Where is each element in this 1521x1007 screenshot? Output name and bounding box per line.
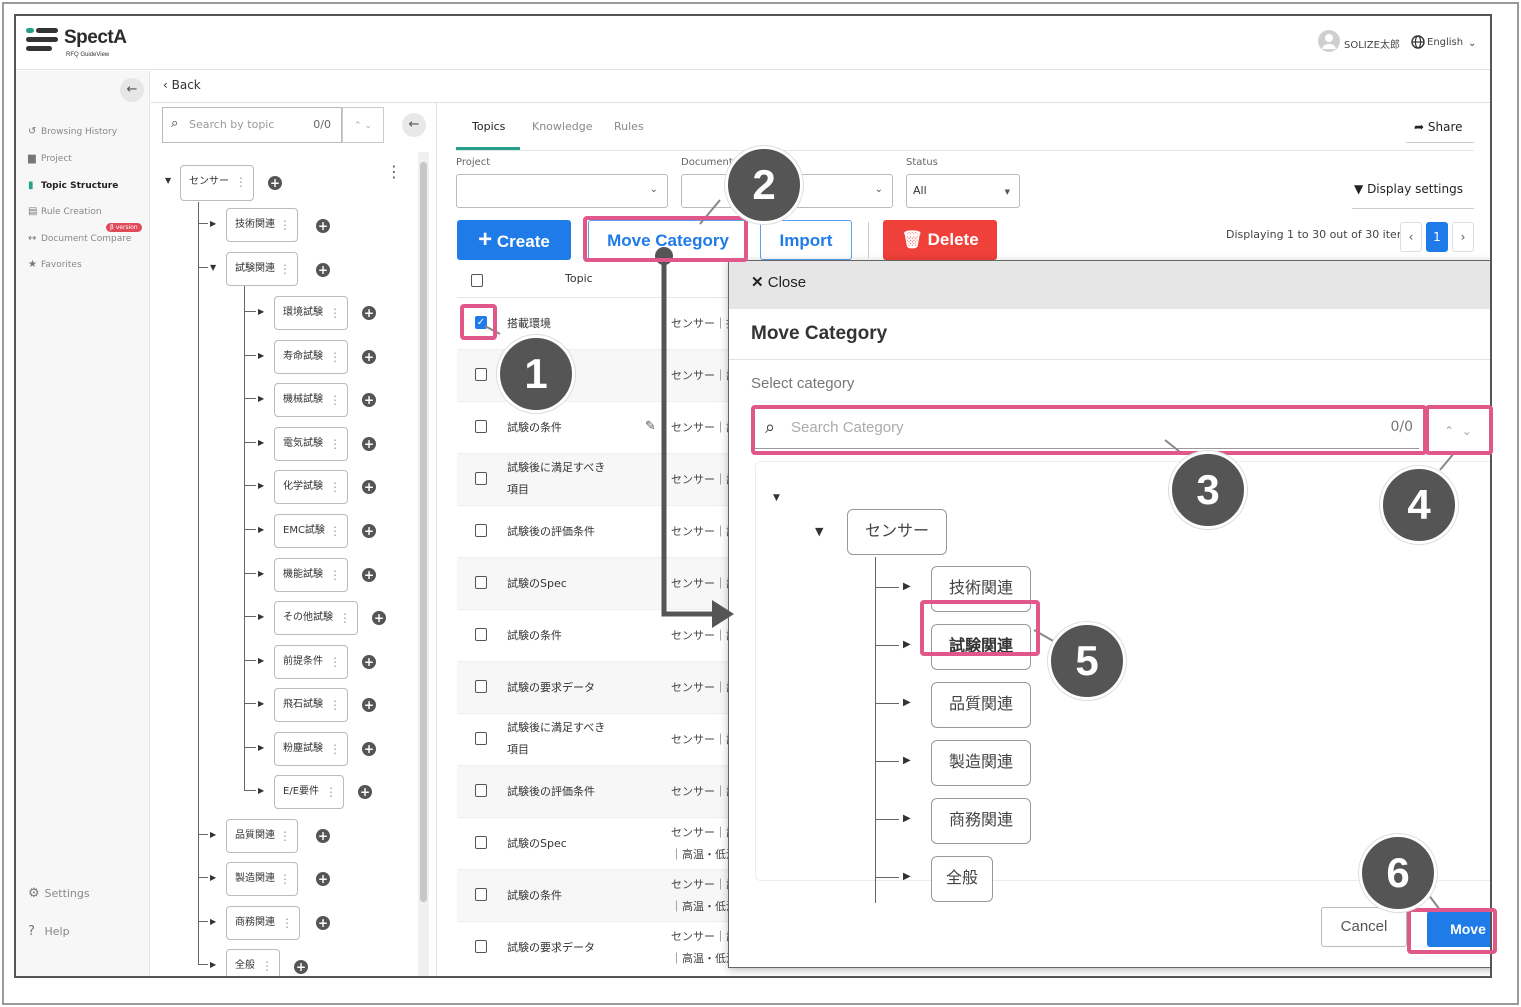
step-badge-4: 4 — [1380, 466, 1458, 544]
step-badge-1: 1 — [497, 335, 575, 413]
highlight-move-category — [583, 216, 748, 262]
step-badge-5: 5 — [1048, 622, 1126, 700]
highlight-test-category — [920, 600, 1040, 656]
highlight-category-search — [751, 405, 1427, 455]
step-badge-6: 6 — [1359, 834, 1437, 912]
highlight-move-button — [1407, 908, 1497, 954]
highlight-checkbox — [460, 304, 497, 340]
highlight-search-nav — [1425, 405, 1493, 455]
step-badge-2: 2 — [725, 146, 803, 224]
step-badge-3: 3 — [1169, 451, 1247, 529]
